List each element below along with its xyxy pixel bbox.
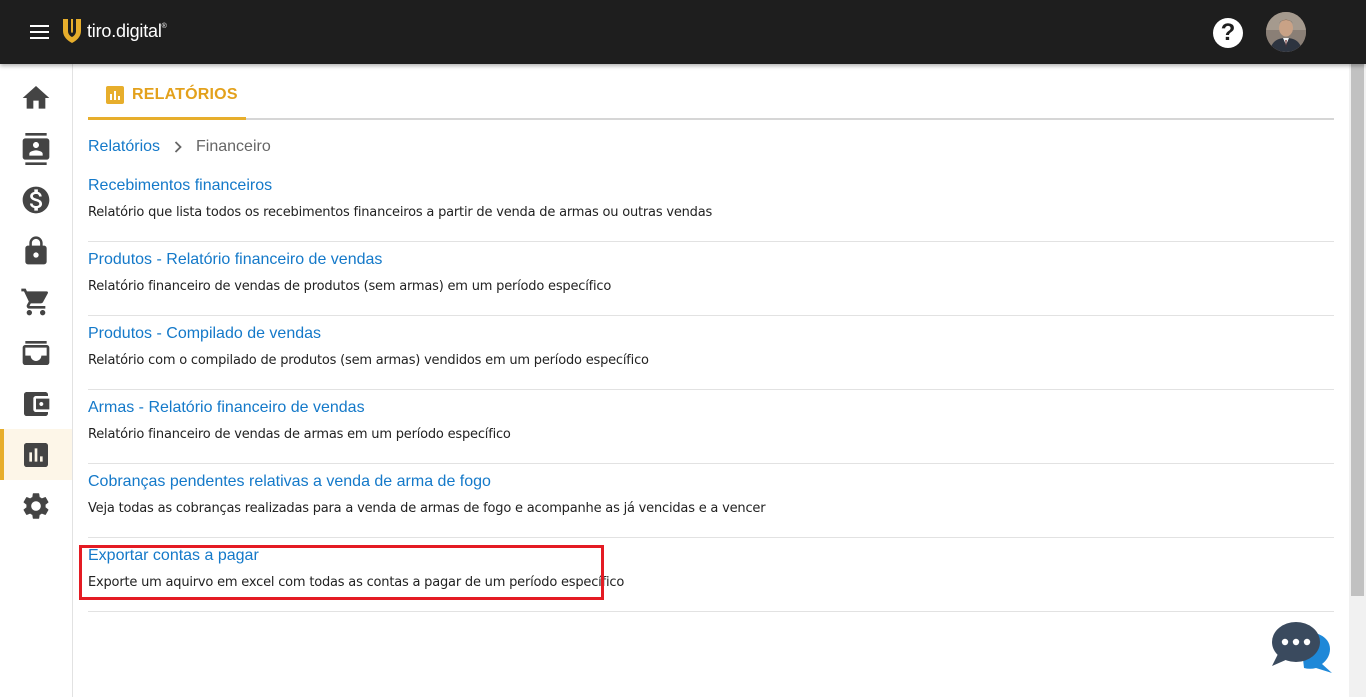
contact-card-icon xyxy=(22,132,50,165)
sidebar-nav xyxy=(0,64,73,697)
inbox-icon xyxy=(22,340,50,365)
tab-relatorios[interactable]: RELATÓRIOS xyxy=(88,72,246,120)
dollar-icon xyxy=(22,186,50,213)
scrollbar-thumb[interactable] xyxy=(1351,64,1364,596)
report-link-armas-financeiro[interactable]: Armas - Relatório financeiro de vendas xyxy=(88,399,365,417)
report-link-recebimentos[interactable]: Recebimentos financeiros xyxy=(88,177,272,195)
scrollbar[interactable] xyxy=(1349,64,1366,697)
wallet-icon xyxy=(24,391,50,416)
breadcrumb: Relatórios Financeiro xyxy=(88,138,271,156)
report-link-produtos-financeiro[interactable]: Produtos - Relatório financeiro de venda… xyxy=(88,251,382,269)
list-item: Recebimentos financeiros Relatório que l… xyxy=(88,168,1334,242)
list-item: Exportar contas a pagar Exporte um aquir… xyxy=(88,538,1334,612)
bar-chart-icon xyxy=(106,85,124,104)
tab-label: RELATÓRIOS xyxy=(132,85,238,103)
list-item: Produtos - Compilado de vendas Relatório… xyxy=(88,316,1334,390)
sidebar-item-contacts[interactable] xyxy=(0,123,72,174)
sidebar-item-reports[interactable] xyxy=(0,429,72,480)
report-link-produtos-compilado[interactable]: Produtos - Compilado de vendas xyxy=(88,325,321,343)
sidebar-item-settings[interactable] xyxy=(0,480,72,531)
menu-icon[interactable] xyxy=(26,20,54,44)
sidebar-item-sales[interactable] xyxy=(0,276,72,327)
report-description: Exporte um aquirvo em excel com todas as… xyxy=(88,575,625,590)
chat-icon[interactable] xyxy=(1270,618,1334,674)
report-description: Veja todas as cobranças realizadas para … xyxy=(88,501,766,516)
tab-bar: RELATÓRIOS xyxy=(88,72,1334,120)
sidebar-item-security[interactable] xyxy=(0,225,72,276)
app-logo[interactable]: tiro.digital® xyxy=(62,18,167,44)
user-avatar[interactable] xyxy=(1266,12,1306,52)
report-description: Relatório com o compilado de produtos (s… xyxy=(88,353,649,368)
sidebar-item-wallet[interactable] xyxy=(0,378,72,429)
list-item: Cobranças pendentes relativas a venda de… xyxy=(88,464,1334,538)
report-description: Relatório financeiro de vendas de produt… xyxy=(88,279,612,294)
lock-icon xyxy=(25,235,47,264)
report-link-exportar-contas[interactable]: Exportar contas a pagar xyxy=(88,547,259,565)
report-description: Relatório que lista todos os recebimento… xyxy=(88,205,713,220)
report-description: Relatório financeiro de vendas de armas … xyxy=(88,427,511,442)
breadcrumb-current: Financeiro xyxy=(196,138,271,155)
chevron-right-icon xyxy=(174,141,182,153)
sidebar-item-home[interactable] xyxy=(0,72,72,123)
sidebar-item-finance[interactable] xyxy=(0,174,72,225)
bar-chart-icon xyxy=(24,442,48,467)
list-item: Armas - Relatório financeiro de vendas R… xyxy=(88,390,1334,464)
logo-text: tiro.digital® xyxy=(87,20,167,41)
list-item: Produtos - Relatório financeiro de venda… xyxy=(88,242,1334,316)
home-icon xyxy=(22,85,50,109)
report-link-cobrancas-pendentes[interactable]: Cobranças pendentes relativas a venda de… xyxy=(88,473,491,491)
cart-icon xyxy=(21,288,49,315)
sidebar-item-inbox[interactable] xyxy=(0,327,72,378)
gear-icon xyxy=(23,492,49,519)
help-icon[interactable]: ? xyxy=(1213,18,1243,48)
breadcrumb-root-link[interactable]: Relatórios xyxy=(88,138,160,156)
shield-logo-icon xyxy=(63,19,81,43)
top-app-bar: tiro.digital® ? xyxy=(0,0,1366,64)
